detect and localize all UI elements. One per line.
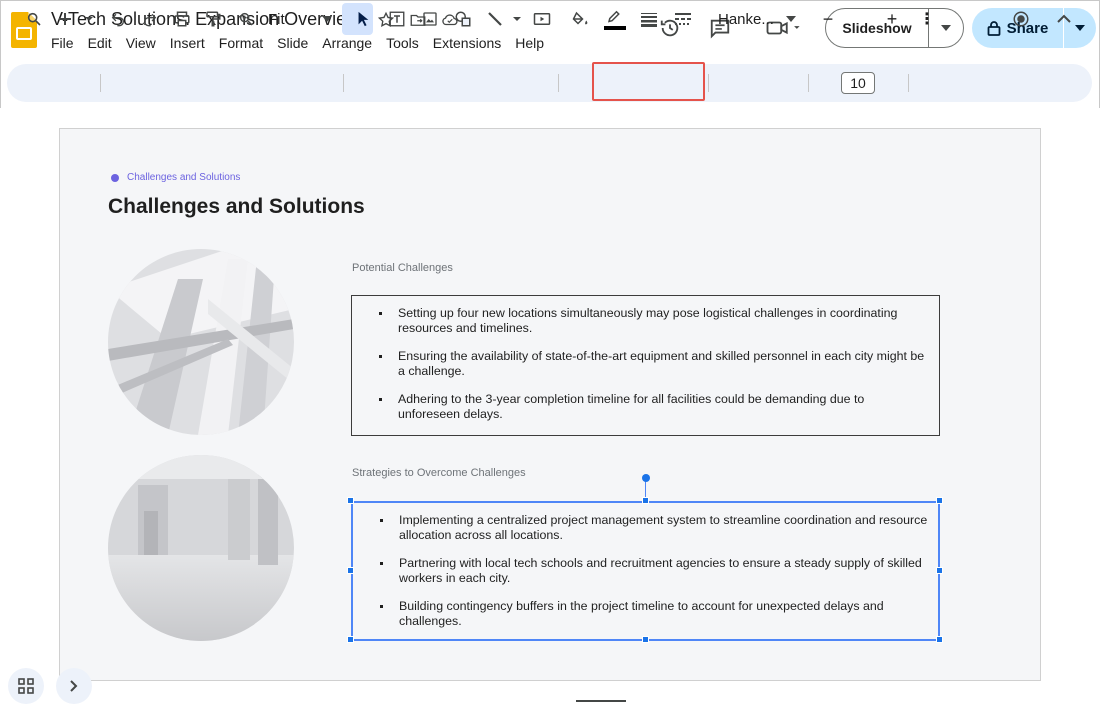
menu-help[interactable]: Help xyxy=(515,35,552,51)
chevron-right-icon xyxy=(70,680,78,692)
lock-icon xyxy=(987,21,1001,36)
resize-handle-bottom-right[interactable] xyxy=(936,636,943,643)
grid-view-button[interactable] xyxy=(8,668,44,704)
section-label-challenges[interactable]: Potential Challenges xyxy=(352,262,453,274)
list-item: Partnering with local tech schools and r… xyxy=(371,556,928,585)
menu-arrange[interactable]: Arrange xyxy=(322,35,380,51)
insert-video-icon[interactable] xyxy=(532,7,552,31)
fill-color-icon[interactable] xyxy=(570,7,592,31)
select-cursor-icon[interactable] xyxy=(352,7,374,31)
print-icon[interactable] xyxy=(172,7,192,31)
grid-icon xyxy=(18,678,34,694)
search-menus-icon[interactable] xyxy=(24,7,44,31)
redo-icon[interactable] xyxy=(140,7,160,31)
slide-title[interactable]: Challenges and Solutions xyxy=(108,195,365,219)
decrease-font-size-button[interactable]: − xyxy=(818,7,838,31)
insert-image-icon[interactable] xyxy=(420,7,440,31)
menu-file[interactable]: File xyxy=(51,35,82,51)
border-color-icon[interactable] xyxy=(604,7,626,31)
menu-bar: File Edit View Insert Format Slide Arran… xyxy=(51,35,558,51)
collapse-toolbar-icon[interactable] xyxy=(1054,7,1074,31)
menu-slide[interactable]: Slide xyxy=(277,35,316,51)
menu-tools[interactable]: Tools xyxy=(386,35,427,51)
resize-handle-bottom[interactable] xyxy=(642,636,649,643)
strategies-text-box-selected[interactable]: Implementing a centralized project manag… xyxy=(351,501,940,641)
more-options-button[interactable]: ⋮ xyxy=(917,7,937,31)
menu-extensions[interactable]: Extensions xyxy=(433,35,509,51)
resize-handle-right[interactable] xyxy=(936,567,943,574)
speaker-notes-resize-handle[interactable] xyxy=(576,700,626,702)
menu-format[interactable]: Format xyxy=(219,35,271,51)
menu-edit[interactable]: Edit xyxy=(88,35,120,51)
list-item: Setting up four new locations simultaneo… xyxy=(370,306,929,335)
resize-handle-top[interactable] xyxy=(642,497,649,504)
list-item: Implementing a centralized project manag… xyxy=(371,513,928,542)
border-dash-icon[interactable] xyxy=(672,7,694,31)
slide-subtitle[interactable]: Challenges and Solutions xyxy=(127,172,240,183)
menu-insert[interactable]: Insert xyxy=(170,35,213,51)
text-box-icon[interactable] xyxy=(386,7,408,31)
zoom-icon[interactable] xyxy=(236,7,256,31)
new-slide-icon[interactable] xyxy=(56,7,96,31)
undo-icon[interactable] xyxy=(108,7,128,31)
shape-icon[interactable] xyxy=(453,7,473,31)
resize-handle-bottom-left[interactable] xyxy=(347,636,354,643)
resize-handle-top-right[interactable] xyxy=(936,497,943,504)
font-value: Hanke... xyxy=(718,10,774,28)
resize-handle-left[interactable] xyxy=(347,567,354,574)
zoom-value: Fit xyxy=(268,10,285,28)
toolbar xyxy=(7,64,1092,102)
zoom-select[interactable]: Fit xyxy=(268,7,338,31)
list-item: Building contingency buffers in the proj… xyxy=(371,599,928,628)
line-icon[interactable] xyxy=(486,7,526,31)
subtitle-bullet-dot xyxy=(111,174,119,182)
list-item: Ensuring the availability of state-of-th… xyxy=(370,349,929,378)
font-select[interactable]: Hanke... xyxy=(718,7,798,31)
border-weight-icon[interactable] xyxy=(638,7,660,31)
paint-format-icon[interactable] xyxy=(203,7,223,31)
record-icon[interactable] xyxy=(1010,7,1032,31)
highlight-border-tools xyxy=(592,62,705,101)
rotate-handle[interactable] xyxy=(642,474,650,482)
share-button[interactable]: Share xyxy=(972,8,1096,48)
warehouse-image[interactable] xyxy=(108,455,294,641)
menu-view[interactable]: View xyxy=(126,35,164,51)
challenges-text-box[interactable]: Setting up four new locations simultaneo… xyxy=(351,295,940,436)
list-item: Adhering to the 3-year completion timeli… xyxy=(370,392,929,421)
increase-font-size-button[interactable]: + xyxy=(882,7,902,31)
section-label-strategies[interactable]: Strategies to Overcome Challenges xyxy=(352,467,526,479)
font-size-input[interactable]: 10 xyxy=(841,72,875,94)
slideshow-label[interactable]: Slideshow xyxy=(826,9,929,47)
expand-filmstrip-button[interactable] xyxy=(56,668,92,704)
resize-handle-top-left[interactable] xyxy=(347,497,354,504)
architecture-image[interactable] xyxy=(108,249,294,435)
